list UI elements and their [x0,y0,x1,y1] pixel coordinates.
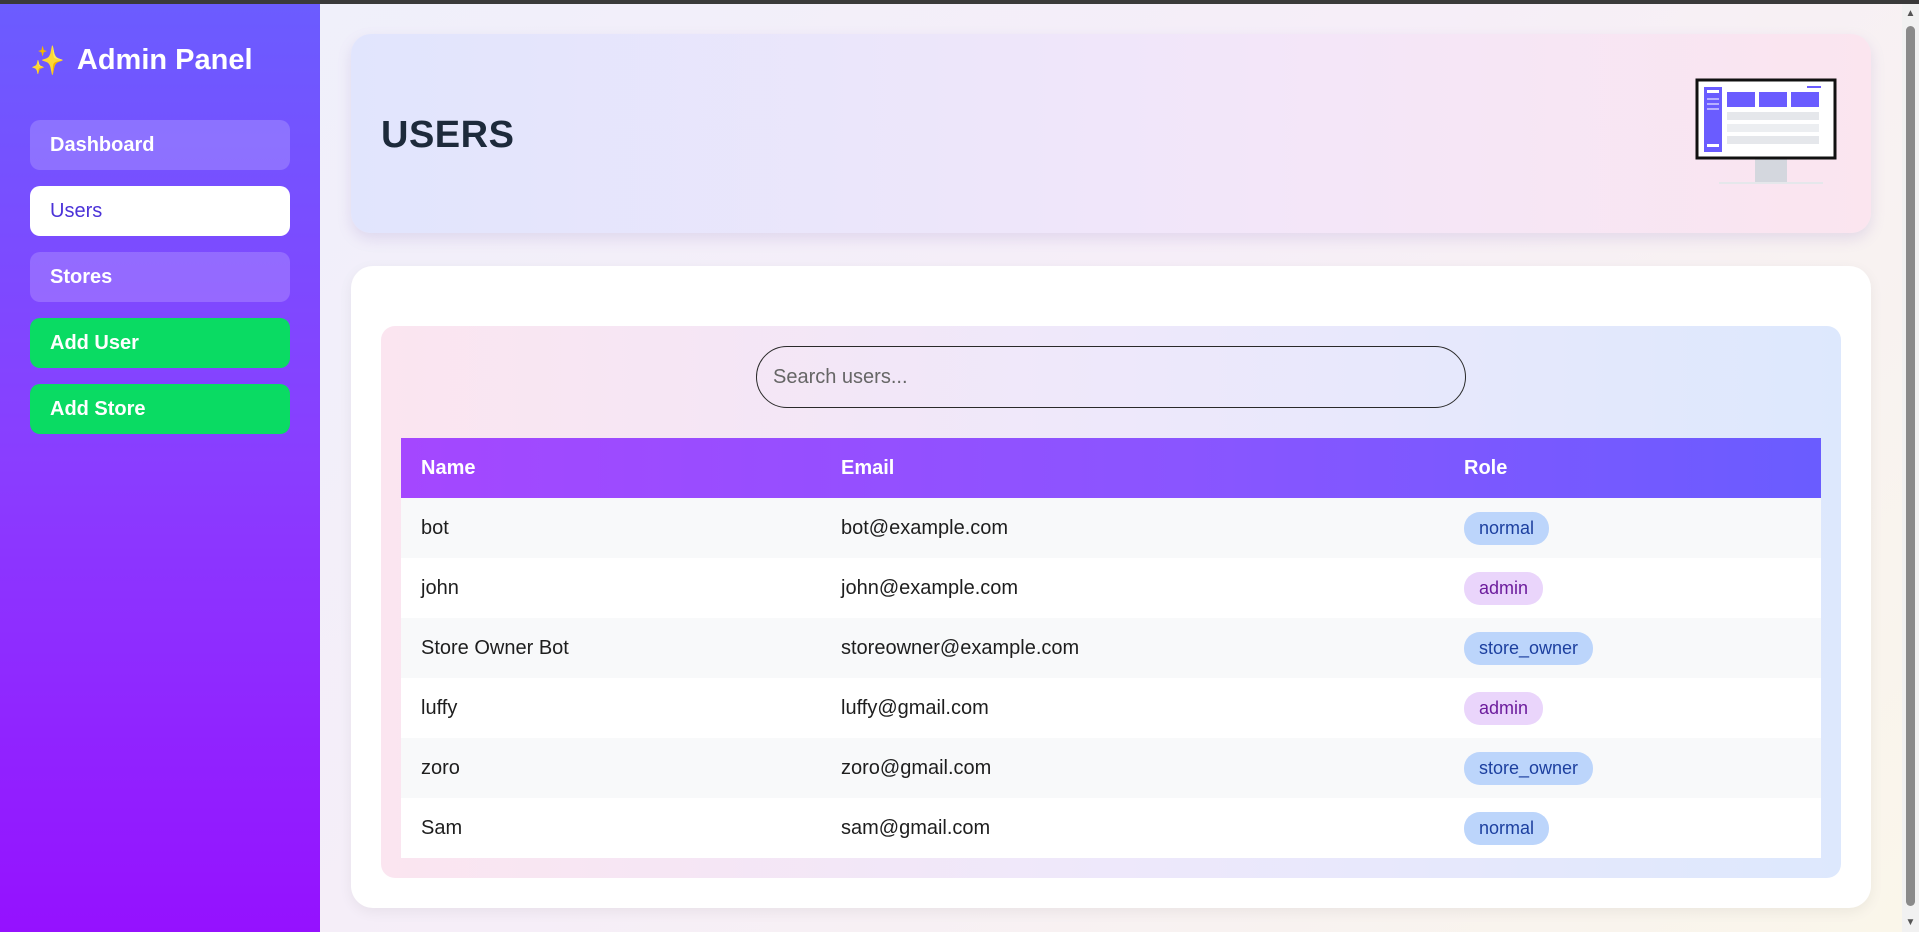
table-row[interactable]: Sam sam@gmail.com normal [401,798,1821,858]
brand: ✨ Admin Panel [30,40,290,80]
table-row[interactable]: zoro zoro@gmail.com store_owner [401,738,1821,798]
table-row[interactable]: bot bot@example.com normal [401,498,1821,558]
users-card: Name Email Role bot bot@example.com norm… [351,266,1871,908]
add-store-button[interactable]: Add Store [30,384,290,434]
page-header: USERS [351,34,1871,233]
user-role-cell: normal [1444,498,1821,558]
sidebar-item-label: Users [50,199,103,222]
sparkles-icon: ✨ [30,44,65,76]
sidebar-item-label: Stores [50,265,113,288]
table-header-row: Name Email Role [401,438,1821,498]
user-email: sam@gmail.com [841,816,991,839]
role-badge: store_owner [1464,751,1594,785]
user-email: bot@example.com [841,516,1009,539]
sidebar-item-users[interactable]: Users [30,186,290,236]
scroll-down-icon[interactable]: ▼ [1905,917,1916,928]
user-name: luffy [421,696,458,719]
user-name: Store Owner Bot [421,636,569,659]
search-input[interactable] [756,346,1466,408]
page-scrollbar[interactable]: ▲ ▼ [1902,4,1919,932]
user-role-cell: admin [1444,678,1821,738]
user-role-cell: normal [1444,798,1821,858]
user-name: bot [421,516,449,539]
role-badge: normal [1464,511,1550,545]
sidebar-item-stores[interactable]: Stores [30,252,290,302]
table-row[interactable]: john john@example.com admin [401,558,1821,618]
add-user-button[interactable]: Add User [30,318,290,368]
column-header-email[interactable]: Email [821,438,1444,498]
role-badge: admin [1464,571,1544,605]
brand-title: Admin Panel [76,43,253,76]
sidebar-nav: Dashboard Users Stores Add User Add Stor… [30,120,290,434]
scroll-up-icon[interactable]: ▲ [1905,8,1916,19]
add-user-label: Add User [50,331,139,354]
table-row[interactable]: luffy luffy@gmail.com admin [401,678,1821,738]
table-row[interactable]: Store Owner Bot storeowner@example.com s… [401,618,1821,678]
users-panel: Name Email Role bot bot@example.com norm… [381,326,1841,878]
column-header-role[interactable]: Role [1444,438,1821,498]
page-title: USERS [381,114,515,156]
user-email: john@example.com [841,576,1019,599]
scrollbar-thumb[interactable] [1906,26,1915,906]
role-badge: admin [1464,691,1544,725]
user-name: Sam [421,816,463,839]
user-role-cell: store_owner [1444,618,1821,678]
role-badge: normal [1464,811,1550,845]
sidebar-item-label: Dashboard [50,133,155,156]
user-name: zoro [421,756,460,779]
monitor-dashboard-icon [1695,78,1837,184]
user-role-cell: admin [1444,558,1821,618]
user-name: john [421,576,459,599]
users-table: Name Email Role bot bot@example.com norm… [401,438,1821,858]
sidebar-item-dashboard[interactable]: Dashboard [30,120,290,170]
add-store-label: Add Store [50,397,146,420]
user-email: storeowner@example.com [841,636,1080,659]
sidebar: ✨ Admin Panel Dashboard Users Stores Add… [0,4,320,932]
user-email: zoro@gmail.com [841,756,992,779]
user-email: luffy@gmail.com [841,696,989,719]
role-badge: store_owner [1464,631,1594,665]
column-header-name[interactable]: Name [401,438,821,498]
user-role-cell: store_owner [1444,738,1821,798]
